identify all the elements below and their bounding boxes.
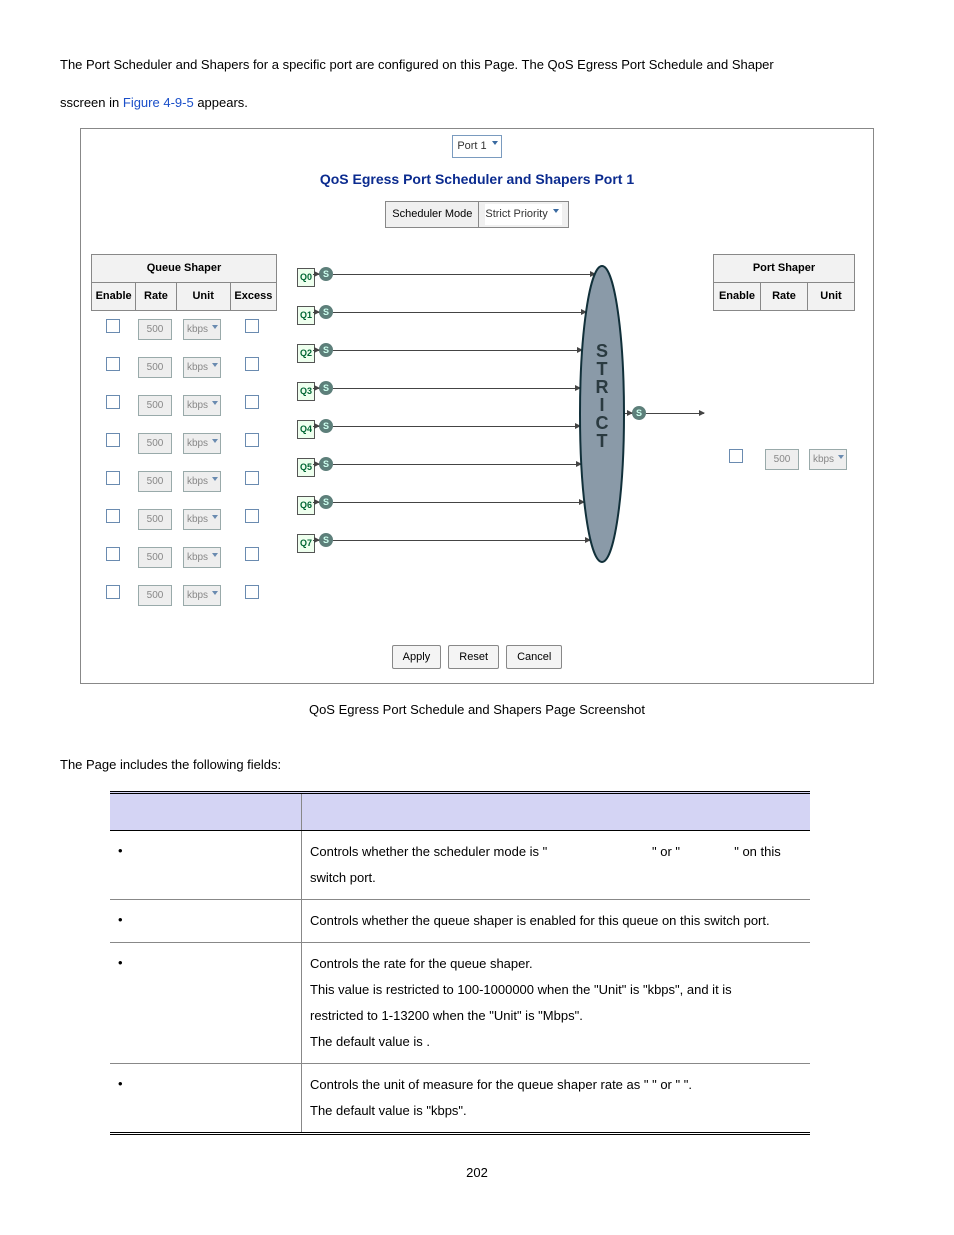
queue-rate-input[interactable]: 500 bbox=[138, 509, 172, 530]
queue-unit-select[interactable]: kbps bbox=[183, 357, 221, 378]
page-number: 202 bbox=[60, 1161, 894, 1186]
s-icon: S bbox=[319, 533, 333, 547]
col-excess: Excess bbox=[230, 283, 276, 310]
queue-rate-input[interactable]: 500 bbox=[138, 395, 172, 416]
queue-excess-checkbox[interactable] bbox=[245, 547, 259, 561]
description-cell: Controls whether the queue shaper is ena… bbox=[302, 899, 811, 942]
apply-button[interactable]: Apply bbox=[392, 645, 442, 670]
reset-button[interactable]: Reset bbox=[448, 645, 499, 670]
queue-enable-checkbox[interactable] bbox=[106, 585, 120, 599]
queue-excess-checkbox[interactable] bbox=[245, 319, 259, 333]
table-row: Controls the rate for the queue shaper.T… bbox=[110, 942, 810, 1063]
queue-row: 500 kbps bbox=[91, 311, 277, 349]
queue-enable-checkbox[interactable] bbox=[106, 509, 120, 523]
queue-unit-select[interactable]: kbps bbox=[183, 509, 221, 530]
queue-shaper-section: Queue Shaper Enable Rate Unit Excess 500… bbox=[91, 254, 277, 615]
port-shaper-section: Port Shaper Enable Rate Unit 500 kbps bbox=[713, 254, 863, 479]
description-cell: Controls whether the scheduler mode is "… bbox=[302, 830, 811, 899]
queue-enable-checkbox[interactable] bbox=[106, 395, 120, 409]
fields-intro: The Page includes the following fields: bbox=[60, 753, 894, 778]
queue-label: Q6 bbox=[297, 496, 315, 515]
port-shaper-header: Port Shaper bbox=[714, 255, 854, 283]
s-icon: S bbox=[319, 419, 333, 433]
col-enable: Enable bbox=[92, 283, 135, 310]
queue-row: 500 kbps bbox=[91, 463, 277, 501]
object-cell bbox=[110, 1063, 302, 1133]
queue-enable-checkbox[interactable] bbox=[106, 547, 120, 561]
queue-unit-select[interactable]: kbps bbox=[183, 547, 221, 568]
intro-p1: The Port Scheduler and Shapers for a spe… bbox=[60, 53, 894, 78]
s-icon: S bbox=[319, 343, 333, 357]
queue-row: 500 kbps bbox=[91, 387, 277, 425]
s-icon: S bbox=[319, 457, 333, 471]
col-unit: Unit bbox=[176, 283, 230, 310]
table-row: Controls whether the scheduler mode is "… bbox=[110, 830, 810, 899]
queue-excess-checkbox[interactable] bbox=[245, 509, 259, 523]
port-select[interactable]: Port 1 bbox=[452, 135, 501, 158]
screenshot-caption: QoS Egress Port Schedule and Shapers Pag… bbox=[60, 698, 894, 723]
queue-excess-checkbox[interactable] bbox=[245, 433, 259, 447]
s-icon: S bbox=[319, 381, 333, 395]
queue-row: 500 kbps bbox=[91, 501, 277, 539]
queue-rate-input[interactable]: 500 bbox=[138, 547, 172, 568]
queue-excess-checkbox[interactable] bbox=[245, 471, 259, 485]
queue-excess-checkbox[interactable] bbox=[245, 585, 259, 599]
queue-row: 500 kbps bbox=[91, 539, 277, 577]
th-object bbox=[110, 792, 302, 830]
queue-label: Q0 bbox=[297, 268, 315, 287]
queue-rate-input[interactable]: 500 bbox=[138, 433, 172, 454]
s-icon: S bbox=[319, 267, 333, 281]
queue-row: 500 kbps bbox=[91, 349, 277, 387]
port-rate-input[interactable]: 500 bbox=[765, 449, 799, 470]
queue-label: Q2 bbox=[297, 344, 315, 363]
queue-unit-select[interactable]: kbps bbox=[183, 585, 221, 606]
queue-label: Q7 bbox=[297, 534, 315, 553]
queue-label: Q5 bbox=[297, 458, 315, 477]
queue-rate-input[interactable]: 500 bbox=[138, 471, 172, 492]
cancel-button[interactable]: Cancel bbox=[506, 645, 562, 670]
s-icon: S bbox=[319, 305, 333, 319]
th-description bbox=[302, 792, 811, 830]
queue-label: Q4 bbox=[297, 420, 315, 439]
description-cell: Controls the rate for the queue shaper.T… bbox=[302, 942, 811, 1063]
object-cell bbox=[110, 942, 302, 1063]
queue-rate-input[interactable]: 500 bbox=[138, 319, 172, 340]
diagram: Q0 S Q1 S Q2 S Q3 S Q4 S Q5 S Q6 S Q7 S STRICT S bbox=[277, 254, 693, 594]
s-icon: S bbox=[632, 406, 646, 420]
queue-rate-input[interactable]: 500 bbox=[138, 585, 172, 606]
table-row: Controls the unit of measure for the que… bbox=[110, 1063, 810, 1133]
queue-shaper-header: Queue Shaper bbox=[92, 255, 276, 283]
figure-ref-link[interactable]: Figure 4-9-5 bbox=[123, 95, 194, 110]
strict-label: STRICT bbox=[577, 342, 627, 450]
queue-label: Q1 bbox=[297, 306, 315, 325]
queue-enable-checkbox[interactable] bbox=[106, 319, 120, 333]
table-row: Controls whether the queue shaper is ena… bbox=[110, 899, 810, 942]
scheduler-mode-select[interactable]: Strict Priority bbox=[485, 204, 561, 225]
queue-enable-checkbox[interactable] bbox=[106, 357, 120, 371]
port-unit-select[interactable]: kbps bbox=[809, 449, 847, 470]
intro-p2: sscreen in Figure 4-9-5 appears. bbox=[60, 91, 894, 116]
screenshot-panel: Port 1 QoS Egress Port Scheduler and Sha… bbox=[80, 128, 874, 684]
col-rate: Rate bbox=[135, 283, 175, 310]
queue-label: Q3 bbox=[297, 382, 315, 401]
queue-row: 500 kbps bbox=[91, 577, 277, 615]
scheduler-mode-label: Scheduler Mode bbox=[385, 201, 479, 228]
fields-table: Controls whether the scheduler mode is "… bbox=[110, 791, 810, 1135]
queue-enable-checkbox[interactable] bbox=[106, 433, 120, 447]
queue-rate-input[interactable]: 500 bbox=[138, 357, 172, 378]
queue-row: 500 kbps bbox=[91, 425, 277, 463]
s-icon: S bbox=[319, 495, 333, 509]
queue-unit-select[interactable]: kbps bbox=[183, 395, 221, 416]
queue-unit-select[interactable]: kbps bbox=[183, 471, 221, 492]
port-enable-checkbox[interactable] bbox=[729, 449, 743, 463]
object-cell bbox=[110, 899, 302, 942]
queue-enable-checkbox[interactable] bbox=[106, 471, 120, 485]
description-cell: Controls the unit of measure for the que… bbox=[302, 1063, 811, 1133]
queue-unit-select[interactable]: kbps bbox=[183, 319, 221, 340]
queue-excess-checkbox[interactable] bbox=[245, 395, 259, 409]
screenshot-title: QoS Egress Port Scheduler and Shapers Po… bbox=[81, 160, 873, 201]
queue-unit-select[interactable]: kbps bbox=[183, 433, 221, 454]
object-cell bbox=[110, 830, 302, 899]
queue-excess-checkbox[interactable] bbox=[245, 357, 259, 371]
